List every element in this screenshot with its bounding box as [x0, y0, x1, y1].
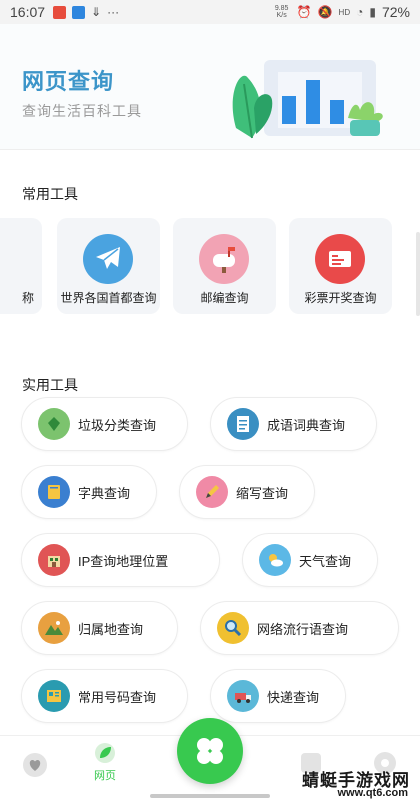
page-subtitle: 查询生活百科工具: [22, 103, 142, 119]
home-indicator: [150, 794, 270, 798]
section-title-practical: 实用工具: [22, 377, 78, 393]
wifi-icon: ◔: [356, 5, 364, 19]
tool-dictionary[interactable]: 字典查询: [21, 465, 157, 519]
common-tool-label: 彩票开奖查询: [304, 291, 377, 305]
common-tool-card-partial[interactable]: 称: [0, 218, 42, 314]
tool-label: 快递查询: [267, 689, 320, 705]
common-tools-carousel[interactable]: 称 世界各国首都查询 邮编查询 彩票开奖查询: [0, 218, 420, 314]
heart-icon: [23, 753, 47, 777]
battery-level: 72%: [381, 4, 410, 20]
hd-indicator: HD: [338, 7, 351, 17]
lottery-icon: [315, 234, 365, 284]
site-watermark: 蜻蜓手游戏网 www.qt6.com: [282, 760, 420, 800]
building-icon: [38, 544, 70, 576]
common-tool-label: 世界各国首都查询: [60, 291, 157, 305]
tool-garbage-sort[interactable]: 垃圾分类查询: [21, 397, 188, 451]
recycle-icon: [38, 408, 70, 440]
tool-abbreviation[interactable]: 缩写查询: [179, 465, 315, 519]
tool-weather[interactable]: 天气查询: [242, 533, 378, 587]
magnifier-icon: [217, 612, 249, 644]
tool-slang[interactable]: 网络流行语查询: [200, 601, 399, 655]
common-tool-card-lottery[interactable]: 彩票开奖查询: [289, 218, 392, 314]
tool-label: 成语词典查询: [267, 417, 346, 433]
signal-icon: ▮: [369, 5, 376, 19]
tool-region[interactable]: 归属地查询: [21, 601, 178, 655]
tool-label: 缩写查询: [236, 485, 289, 501]
tool-label: 网络流行语查询: [257, 621, 349, 637]
alarm-icon: ⏰: [296, 5, 312, 19]
landscape-icon: [38, 612, 70, 644]
phone-book-icon: [38, 680, 70, 712]
download-done-icon: ⇓: [91, 5, 102, 19]
status-time: 16:07: [10, 4, 46, 20]
page-title: 网页查询: [22, 69, 115, 94]
nav-favorites[interactable]: [22, 752, 48, 778]
mute-icon: 🔕: [317, 5, 333, 19]
leaf-icon: [95, 743, 115, 763]
mailbox-icon: [199, 234, 249, 284]
nav-web[interactable]: 网页: [94, 742, 116, 783]
tool-idiom-dictionary[interactable]: 成语词典查询: [210, 397, 377, 451]
common-tool-card-postcode[interactable]: 邮编查询: [173, 218, 276, 314]
tool-label: 常用号码查询: [78, 689, 157, 705]
tool-label: 字典查询: [78, 485, 131, 501]
nav-web-label: 网页: [94, 770, 116, 782]
airplane-icon: [83, 234, 133, 284]
tool-common-numbers[interactable]: 常用号码查询: [21, 669, 188, 723]
tool-ip-location[interactable]: IP查询地理位置: [21, 533, 220, 587]
clover-home-button[interactable]: [177, 718, 243, 784]
header-illustration: [232, 60, 383, 139]
app-notification-icon-2: [72, 5, 86, 19]
net-speed: 9.85 K/s: [274, 5, 289, 19]
page-header: 网页查询 查询生活百科工具: [0, 24, 420, 150]
common-tool-label: 称: [21, 291, 34, 305]
more-notifications-icon: ···: [107, 5, 120, 19]
section-title-common: 常用工具: [22, 186, 78, 202]
common-tool-label: 邮编查询: [200, 291, 249, 305]
status-bar: 16:07 ⇓ ··· 9.85 K/s ⏰ 🔕 HD ◔ ▮ 72%: [0, 0, 420, 24]
tool-label: 天气查询: [299, 553, 352, 569]
clover-icon: [197, 738, 223, 764]
document-icon: [227, 408, 259, 440]
tool-express[interactable]: 快递查询: [210, 669, 346, 723]
common-tool-card-capitals[interactable]: 世界各国首都查询: [57, 218, 160, 314]
delivery-truck-icon: [227, 680, 259, 712]
book-icon: [38, 476, 70, 508]
app-notification-icon: [53, 5, 67, 19]
tool-label: IP查询地理位置: [78, 553, 169, 569]
pencil-icon: [196, 476, 228, 508]
tool-label: 归属地查询: [78, 621, 144, 637]
watermark-url: www.qt6.com: [337, 787, 409, 799]
tool-label: 垃圾分类查询: [78, 417, 157, 433]
carousel-scroll-indicator: [416, 232, 420, 316]
weather-icon: [259, 544, 291, 576]
